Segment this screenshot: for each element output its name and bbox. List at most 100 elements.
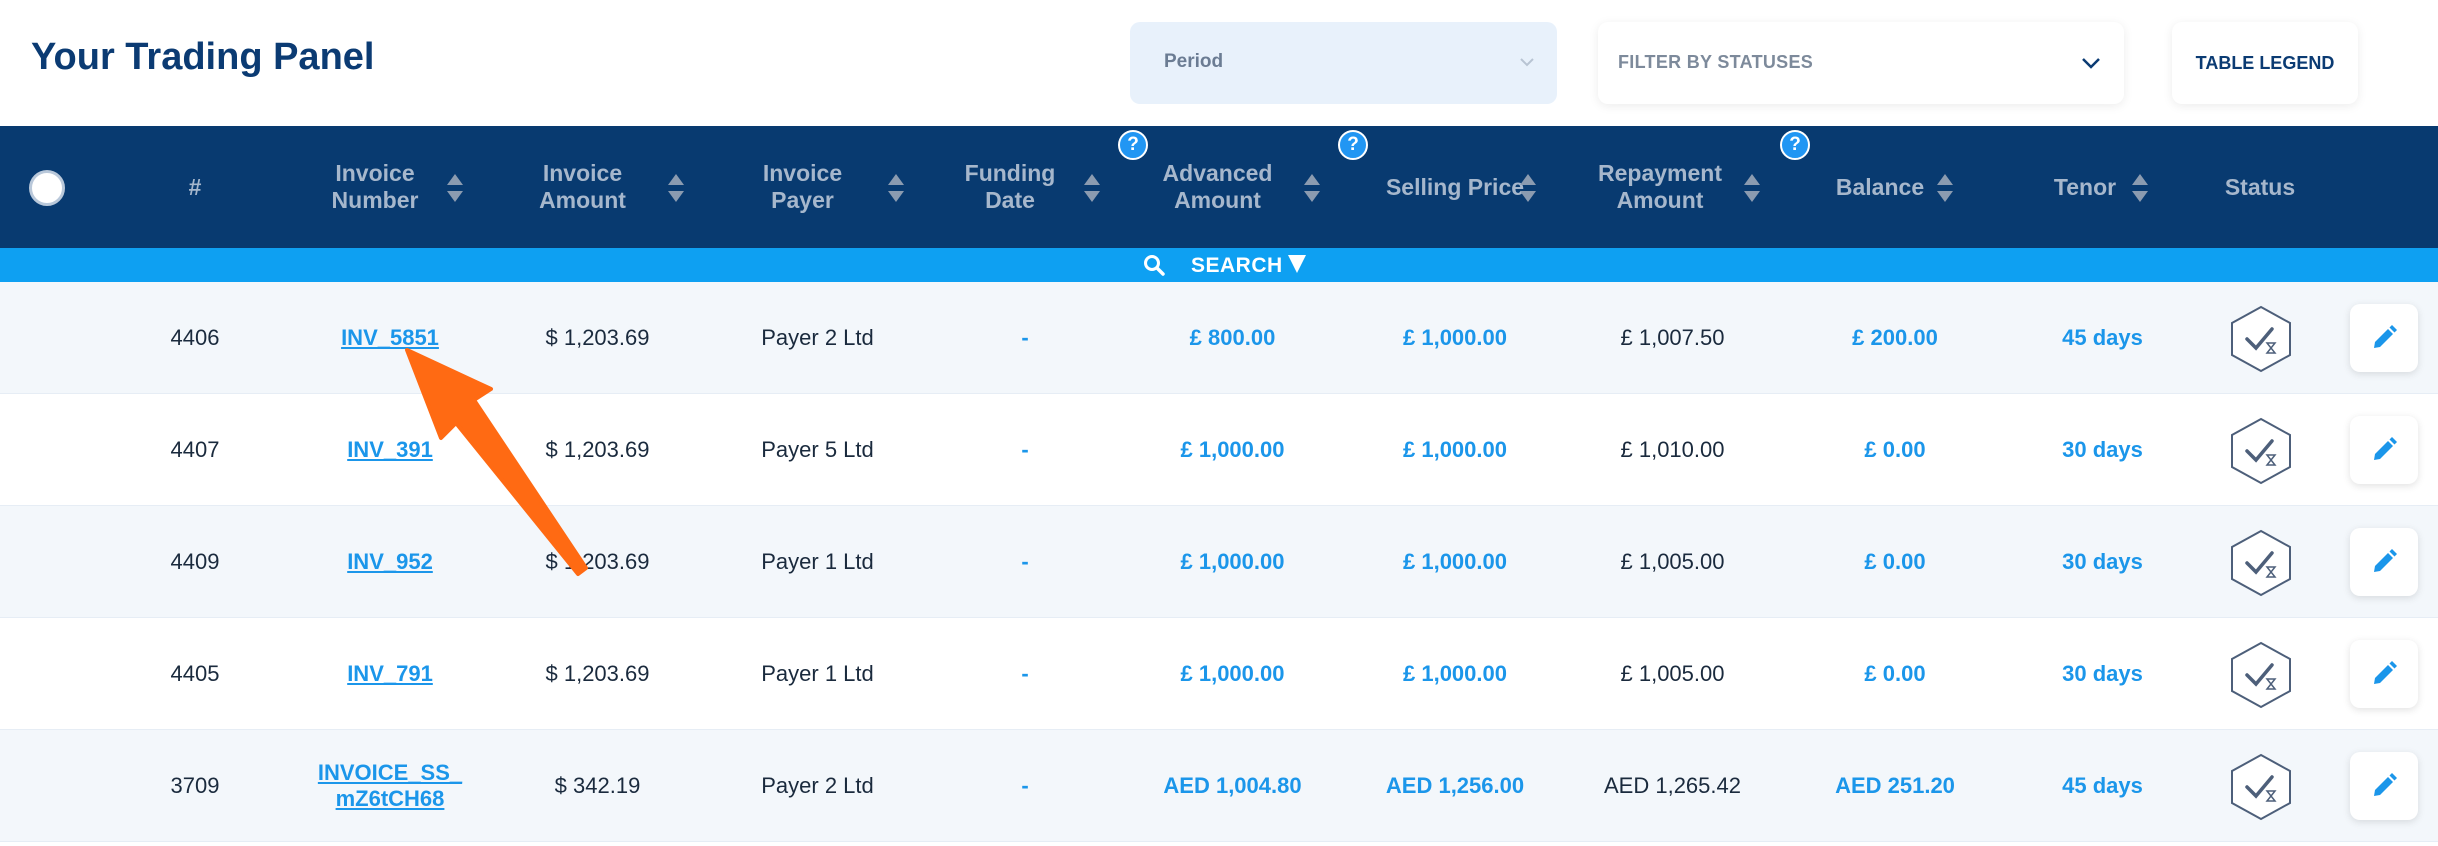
cell-number: 3709 bbox=[170, 773, 220, 798]
cell-advanced-amount: £ 1,000.00 bbox=[1180, 437, 1285, 462]
column-label: Invoice Payer bbox=[762, 160, 843, 213]
cell-repayment-amount: £ 1,005.00 bbox=[1620, 661, 1725, 686]
cell-invoice-payer: Payer 1 Ltd bbox=[761, 661, 874, 686]
column-label: Invoice Number bbox=[331, 160, 419, 213]
pencil-icon bbox=[2374, 325, 2397, 348]
sort-icon[interactable] bbox=[1519, 172, 1537, 204]
period-select[interactable]: Period bbox=[1130, 22, 1557, 104]
cell-invoice-amount: $ 1,203.69 bbox=[545, 437, 650, 462]
column-header-balance[interactable]: Balance bbox=[1820, 126, 1940, 248]
edit-button[interactable] bbox=[2350, 752, 2418, 820]
sort-icon[interactable] bbox=[1936, 172, 1954, 204]
table-legend-button[interactable]: TABLE LEGEND bbox=[2172, 22, 2358, 104]
edit-button[interactable] bbox=[2350, 528, 2418, 596]
column-header-status: Status bbox=[2210, 126, 2310, 248]
triangle-down-icon bbox=[1288, 255, 1306, 273]
status-pending-icon[interactable] bbox=[2227, 528, 2295, 598]
search-toggle-bar[interactable]: SEARCH bbox=[0, 248, 2438, 282]
column-header-advanced-amount[interactable]: Advanced Amount bbox=[1160, 126, 1275, 248]
cell-funding-date: - bbox=[1021, 549, 1029, 574]
edit-button[interactable] bbox=[2350, 416, 2418, 484]
column-header-number[interactable]: # bbox=[140, 126, 250, 248]
cell-invoice-payer: Payer 5 Ltd bbox=[761, 437, 874, 462]
column-header-invoice-payer[interactable]: Invoice Payer bbox=[745, 126, 860, 248]
invoice-number-link[interactable]: INV_391 bbox=[347, 437, 433, 463]
edit-button[interactable] bbox=[2350, 304, 2418, 372]
invoice-number-link[interactable]: INV_952 bbox=[347, 549, 433, 575]
column-label: Selling Price bbox=[1385, 173, 1525, 200]
cell-invoice-amount: $ 1,203.69 bbox=[545, 325, 650, 350]
edit-button[interactable] bbox=[2350, 640, 2418, 708]
cell-balance: £ 0.00 bbox=[1864, 437, 1926, 462]
column-header-invoice-amount[interactable]: Invoice Amount bbox=[520, 126, 645, 248]
cell-invoice-amount: $ 1,203.69 bbox=[545, 661, 650, 686]
invoice-number-link[interactable]: INV_5851 bbox=[341, 325, 439, 351]
invoice-number-link[interactable]: INVOICE_SS_ mZ6tCH68 bbox=[300, 760, 480, 812]
chevron-down-icon bbox=[2082, 58, 2100, 69]
cell-invoice-payer: Payer 2 Ltd bbox=[761, 325, 874, 350]
column-label: Advanced Amount bbox=[1162, 160, 1273, 213]
cell-tenor: 30 days bbox=[2062, 549, 2143, 574]
cell-invoice-amount: $ 1,203.69 bbox=[545, 549, 650, 574]
cell-tenor: 45 days bbox=[2062, 325, 2143, 350]
cell-number: 4407 bbox=[170, 437, 220, 462]
column-label: Funding Date bbox=[964, 160, 1056, 213]
cell-tenor: 30 days bbox=[2062, 437, 2143, 462]
column-header-selling-price[interactable]: Selling Price bbox=[1365, 126, 1545, 248]
cell-repayment-amount: £ 1,007.50 bbox=[1620, 325, 1725, 350]
status-pending-icon[interactable] bbox=[2227, 752, 2295, 822]
cell-advanced-amount: AED 1,004.80 bbox=[1163, 773, 1302, 798]
status-pending-icon[interactable] bbox=[2227, 304, 2295, 374]
sort-icon[interactable] bbox=[887, 172, 905, 204]
cell-number: 4409 bbox=[170, 549, 220, 574]
cell-selling-price: AED 1,256.00 bbox=[1385, 773, 1525, 798]
pencil-icon bbox=[2374, 549, 2397, 572]
status-filter-select[interactable]: FILTER BY STATUSES bbox=[1598, 22, 2124, 104]
status-pending-icon[interactable] bbox=[2227, 416, 2295, 486]
column-label: Balance bbox=[1835, 173, 1925, 200]
cell-advanced-amount: £ 1,000.00 bbox=[1180, 549, 1285, 574]
cell-funding-date: - bbox=[1021, 773, 1029, 798]
table-row: 4405 INV_791 $ 1,203.69 Payer 1 Ltd - £ … bbox=[0, 618, 2438, 730]
cell-invoice-amount: $ 342.19 bbox=[554, 773, 641, 798]
cell-funding-date: - bbox=[1021, 325, 1029, 350]
sort-icon[interactable] bbox=[1743, 172, 1761, 204]
sort-icon[interactable] bbox=[1303, 172, 1321, 204]
sort-icon[interactable] bbox=[446, 172, 464, 204]
cell-selling-price: £ 1,000.00 bbox=[1403, 549, 1507, 574]
cell-funding-date: - bbox=[1021, 437, 1029, 462]
select-all-radio[interactable] bbox=[29, 170, 65, 206]
help-icon[interactable]: ? bbox=[1338, 130, 1368, 160]
cell-tenor: 30 days bbox=[2062, 661, 2143, 686]
cell-repayment-amount: £ 1,005.00 bbox=[1620, 549, 1725, 574]
sort-icon[interactable] bbox=[1083, 172, 1101, 204]
pencil-icon bbox=[2374, 773, 2397, 796]
status-pending-icon[interactable] bbox=[2227, 640, 2295, 710]
column-label: Tenor bbox=[2053, 173, 2117, 200]
cell-balance: £ 0.00 bbox=[1864, 549, 1926, 574]
cell-invoice-payer: Payer 2 Ltd bbox=[761, 773, 874, 798]
cell-repayment-amount: £ 1,010.00 bbox=[1620, 437, 1725, 462]
help-icon[interactable]: ? bbox=[1780, 130, 1810, 160]
column-label: Status bbox=[2224, 173, 2296, 200]
cell-balance: £ 0.00 bbox=[1864, 661, 1926, 686]
sort-icon[interactable] bbox=[667, 172, 685, 204]
column-label: Repayment Amount bbox=[1598, 160, 1722, 213]
cell-advanced-amount: £ 1,000.00 bbox=[1180, 661, 1285, 686]
column-header-tenor[interactable]: Tenor bbox=[2040, 126, 2130, 248]
column-label: Invoice Amount bbox=[539, 160, 626, 213]
column-header-repayment-amount[interactable]: Repayment Amount bbox=[1585, 126, 1735, 248]
cell-advanced-amount: £ 800.00 bbox=[1189, 325, 1276, 350]
table-row: 4409 INV_952 $ 1,203.69 Payer 1 Ltd - £ … bbox=[0, 506, 2438, 618]
sort-icon[interactable] bbox=[2131, 172, 2149, 204]
help-icon[interactable]: ? bbox=[1118, 130, 1148, 160]
cell-balance: AED 251.20 bbox=[1835, 773, 1955, 798]
column-header-invoice-number[interactable]: Invoice Number bbox=[310, 126, 440, 248]
column-header-funding-date[interactable]: Funding Date bbox=[955, 126, 1065, 248]
chevron-down-icon bbox=[1520, 58, 1534, 67]
period-placeholder: Period bbox=[1164, 51, 1224, 72]
cell-repayment-amount: AED 1,265.42 bbox=[1604, 773, 1741, 798]
column-label: # bbox=[188, 173, 202, 200]
page-title: Your Trading Panel bbox=[31, 36, 375, 78]
invoice-number-link[interactable]: INV_791 bbox=[347, 661, 433, 687]
